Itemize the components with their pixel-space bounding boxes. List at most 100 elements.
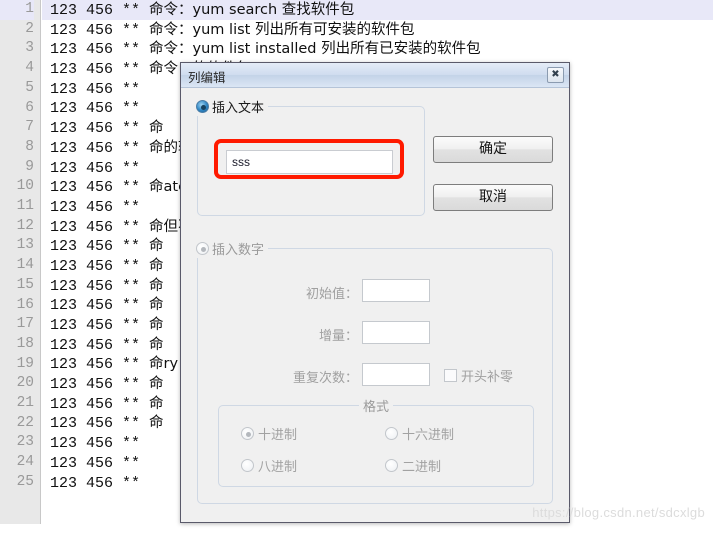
line-number: 23	[16, 434, 34, 451]
insert-text-legend[interactable]: 插入文本	[192, 97, 269, 116]
insert-text-group: 插入文本	[192, 97, 425, 216]
code-line-text: 123 456 **	[50, 435, 141, 453]
code-line-text: 123 456 ** 命令：yum search 查找软件包	[50, 2, 355, 19]
text-input-highlight	[214, 139, 404, 179]
format-option-binary[interactable]: 二进制	[385, 456, 441, 475]
code-line-cjk: 命令：yum list 列出所有可安装的软件包	[149, 21, 415, 38]
start-value-label: 初始值：	[305, 287, 358, 302]
line-number: 7	[25, 119, 34, 136]
code-line-cjk: 命	[149, 257, 164, 274]
code-line-cjk: 命	[149, 238, 164, 255]
format-group: 格式 十进制 十六进制 八进制 二进制	[218, 396, 534, 487]
line-number: 15	[16, 276, 34, 293]
code-line-cjk: 命	[149, 297, 164, 314]
start-value-input[interactable]	[362, 279, 430, 302]
code-line-text: 123 456 ** 命令：yum list installed 列出所有已安装…	[50, 41, 481, 59]
line-number: 4	[25, 60, 34, 77]
format-legend: 格式	[358, 396, 394, 415]
code-line-text: 123 456 ** 命令：yum list 列出所有可安装的软件包	[50, 21, 415, 39]
code-line-text: 123 456 ** 命	[50, 277, 164, 295]
pad-zero-checkbox[interactable]	[444, 369, 457, 382]
dialog-body: 插入文本 确定 取消 插入数字 初始值： 增量：	[181, 88, 569, 522]
code-line-text: 123 456 ** 命	[50, 376, 164, 394]
cancel-button[interactable]: 取消	[433, 184, 553, 211]
insert-text-radio[interactable]	[196, 100, 209, 113]
repeat-count-input[interactable]	[362, 363, 430, 386]
line-number: 25	[16, 473, 34, 490]
code-line-cjk: 命	[149, 415, 164, 432]
code-line-text: 123 456 ** 命	[50, 317, 164, 334]
octal-label: 八进制	[258, 460, 298, 475]
close-icon[interactable]: ✖	[547, 67, 564, 83]
line-number-gutter: 1 2 3 4 5 6 7 8 9 10 11 12 13 14 15 16 17 18 19 20 21 22 23 24 2…	[0, 0, 41, 524]
pad-zero-option[interactable]: 开头补零	[444, 366, 513, 385]
line-number: 18	[16, 335, 34, 352]
line-number: 3	[25, 40, 34, 57]
format-option-hex[interactable]: 十六进制	[385, 424, 454, 443]
increment-label: 增量：	[318, 329, 358, 344]
line-number: 2	[25, 20, 34, 37]
code-line[interactable]: 123 456 ** 命令：yum list installed 列出所有已安装…	[42, 39, 713, 59]
insert-number-label: 插入数字	[212, 243, 265, 258]
code-line-text: 123 456 **	[50, 198, 141, 216]
insert-number-group: 插入数字 初始值： 增量： 重复次数： 开头补零 格式 十进制 十六进制 八进制…	[192, 239, 553, 504]
code-line-cjk: 命	[149, 277, 164, 294]
code-line-cjk: 命	[149, 120, 164, 137]
line-number: 14	[16, 257, 34, 274]
insert-text-input[interactable]	[226, 150, 393, 174]
code-line-text: 123 456 ** 命	[50, 415, 164, 433]
repeat-count-label: 重复次数：	[292, 371, 358, 386]
code-line-text: 123 456 ** 命	[50, 336, 164, 354]
line-number: 9	[25, 158, 34, 175]
code-line-text: 123 456 **	[50, 100, 141, 118]
code-line-text: 123 456 ** 命	[50, 297, 164, 315]
hex-radio[interactable]	[385, 427, 398, 440]
ok-button[interactable]: 确定	[433, 136, 553, 163]
code-line[interactable]: 123 456 ** 命令：yum list 列出所有可安装的软件包	[42, 20, 713, 40]
binary-label: 二进制	[402, 460, 442, 475]
insert-number-radio[interactable]	[196, 242, 209, 255]
code-line-text: 123 456 ** 命	[50, 395, 164, 413]
code-line-cjk: 命令：yum list installed 列出所有已安装的软件包	[149, 41, 481, 58]
code-line-cjk: 命	[149, 317, 164, 333]
decimal-label: 十进制	[258, 428, 298, 443]
line-number: 21	[16, 395, 34, 411]
line-number: 11	[16, 198, 34, 214]
code-line-text: 123 456 **	[50, 80, 141, 98]
insert-text-label: 插入文本	[212, 101, 265, 116]
insert-number-legend[interactable]: 插入数字	[192, 239, 269, 258]
decimal-radio[interactable]	[241, 427, 254, 440]
format-option-octal[interactable]: 八进制	[241, 456, 297, 475]
code-line-text: 123 456 **	[50, 474, 141, 492]
octal-radio[interactable]	[241, 459, 254, 472]
line-number: 16	[16, 296, 34, 313]
format-option-decimal[interactable]: 十进制	[241, 424, 297, 443]
line-number: 1	[0, 0, 34, 20]
dialog-title: 列编辑	[188, 70, 226, 85]
code-line[interactable]: 123 456 ** 命令：yum search 查找软件包	[42, 0, 713, 20]
code-line-cjk: 命	[149, 395, 164, 412]
line-number: 8	[25, 138, 34, 155]
code-line-text: 123 456 ** 命	[50, 238, 164, 256]
line-number: 24	[16, 454, 34, 471]
watermark: https://blog.csdn.net/sdcxlgb	[532, 505, 705, 520]
line-number: 6	[25, 99, 34, 116]
code-line-cjk: 命令：yum search 查找软件包	[149, 2, 355, 18]
pad-zero-label: 开头补零	[461, 370, 514, 385]
column-edit-dialog[interactable]: 列编辑 ✖ 插入文本 确定 取消 插入数字	[180, 62, 570, 523]
code-line-text: 123 456 ** 命	[50, 120, 164, 138]
line-number: 17	[16, 316, 34, 333]
code-line-text: 123 456 ** 命	[50, 257, 164, 275]
increment-input[interactable]	[362, 321, 430, 344]
line-number: 13	[16, 237, 34, 254]
line-number: 12	[16, 217, 34, 234]
line-number: 19	[16, 355, 34, 372]
binary-radio[interactable]	[385, 459, 398, 472]
code-line-text: 123 456 **	[50, 454, 141, 472]
line-number: 22	[16, 414, 34, 431]
line-number: 20	[16, 375, 34, 392]
hex-label: 十六进制	[402, 428, 455, 443]
dialog-titlebar[interactable]: 列编辑 ✖	[181, 63, 569, 88]
code-line-cjk: 命	[149, 336, 164, 353]
screen: 1 2 3 4 5 6 7 8 9 10 11 12 13 14 15 16 17 18 19 20 21 22 23 24 2…	[0, 0, 713, 540]
